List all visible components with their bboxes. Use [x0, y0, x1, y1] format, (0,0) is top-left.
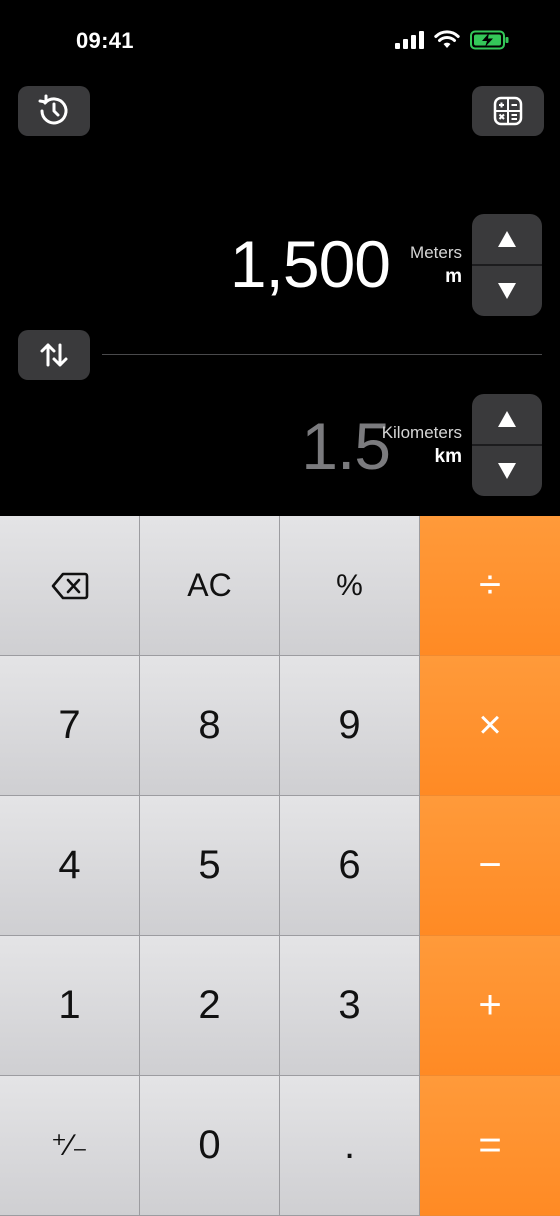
- input-unit-stepper[interactable]: [472, 214, 542, 316]
- digit-4-key[interactable]: 4: [0, 796, 140, 936]
- triangle-up-icon: [498, 411, 516, 427]
- status-icons: [394, 30, 510, 50]
- output-unit-abbr: km: [434, 446, 462, 467]
- history-icon: [38, 94, 68, 125]
- input-unit-abbr: m: [445, 266, 462, 287]
- input-unit-down-button[interactable]: [472, 266, 542, 316]
- battery-icon: [470, 30, 509, 50]
- converter-screen: 09:41 1,500 Meters m 1.5 Kilometers km A…: [0, 0, 560, 1216]
- output-unit-name[interactable]: Kilometers: [382, 423, 462, 443]
- subtract-key[interactable]: −: [420, 796, 560, 936]
- multiply-key[interactable]: ×: [420, 656, 560, 796]
- digit-5-key[interactable]: 5: [140, 796, 280, 936]
- output-unit-down-button[interactable]: [472, 446, 542, 496]
- digit-9-key[interactable]: 9: [280, 656, 420, 796]
- input-value[interactable]: 1,500: [230, 226, 391, 302]
- output-unit-stepper[interactable]: [472, 394, 542, 496]
- divide-key[interactable]: ÷: [420, 516, 560, 656]
- backspace-key[interactable]: [0, 516, 140, 656]
- digit-8-key[interactable]: 8: [140, 656, 280, 796]
- swap-units-button[interactable]: [18, 330, 90, 380]
- percent-key[interactable]: %: [280, 516, 420, 656]
- triangle-down-icon: [498, 283, 516, 299]
- signal-icon: [395, 31, 424, 49]
- plus-minus-key[interactable]: ⁺∕₋: [0, 1076, 140, 1216]
- add-key[interactable]: +: [420, 936, 560, 1076]
- swap-arrows-icon: [40, 343, 68, 367]
- digit-0-key[interactable]: 0: [140, 1076, 280, 1216]
- history-button[interactable]: [18, 86, 90, 136]
- digit-6-key[interactable]: 6: [280, 796, 420, 936]
- wifi-icon: [434, 30, 460, 48]
- input-unit-up-button[interactable]: [472, 214, 542, 264]
- triangle-up-icon: [498, 231, 516, 247]
- calculator-mode-button[interactable]: [472, 86, 544, 136]
- output-unit-up-button[interactable]: [472, 394, 542, 444]
- calculator-icon: [493, 96, 523, 126]
- triangle-down-icon: [498, 463, 516, 479]
- digit-1-key[interactable]: 1: [0, 936, 140, 1076]
- output-value: 1.5: [301, 409, 391, 483]
- digit-3-key[interactable]: 3: [280, 936, 420, 1076]
- digit-7-key[interactable]: 7: [0, 656, 140, 796]
- decimal-key[interactable]: .: [280, 1076, 420, 1216]
- status-time: 09:41: [76, 28, 134, 53]
- all-clear-key[interactable]: AC: [140, 516, 280, 656]
- digit-2-key[interactable]: 2: [140, 936, 280, 1076]
- backspace-icon: [51, 572, 88, 599]
- divider: [102, 354, 542, 355]
- input-unit-name[interactable]: Meters: [410, 243, 462, 263]
- keypad: AC % ÷ 7 8 9 × 4 5 6 − 1 2 3 + ⁺∕₋ 0 . =: [0, 516, 560, 1216]
- equals-key[interactable]: =: [420, 1076, 560, 1216]
